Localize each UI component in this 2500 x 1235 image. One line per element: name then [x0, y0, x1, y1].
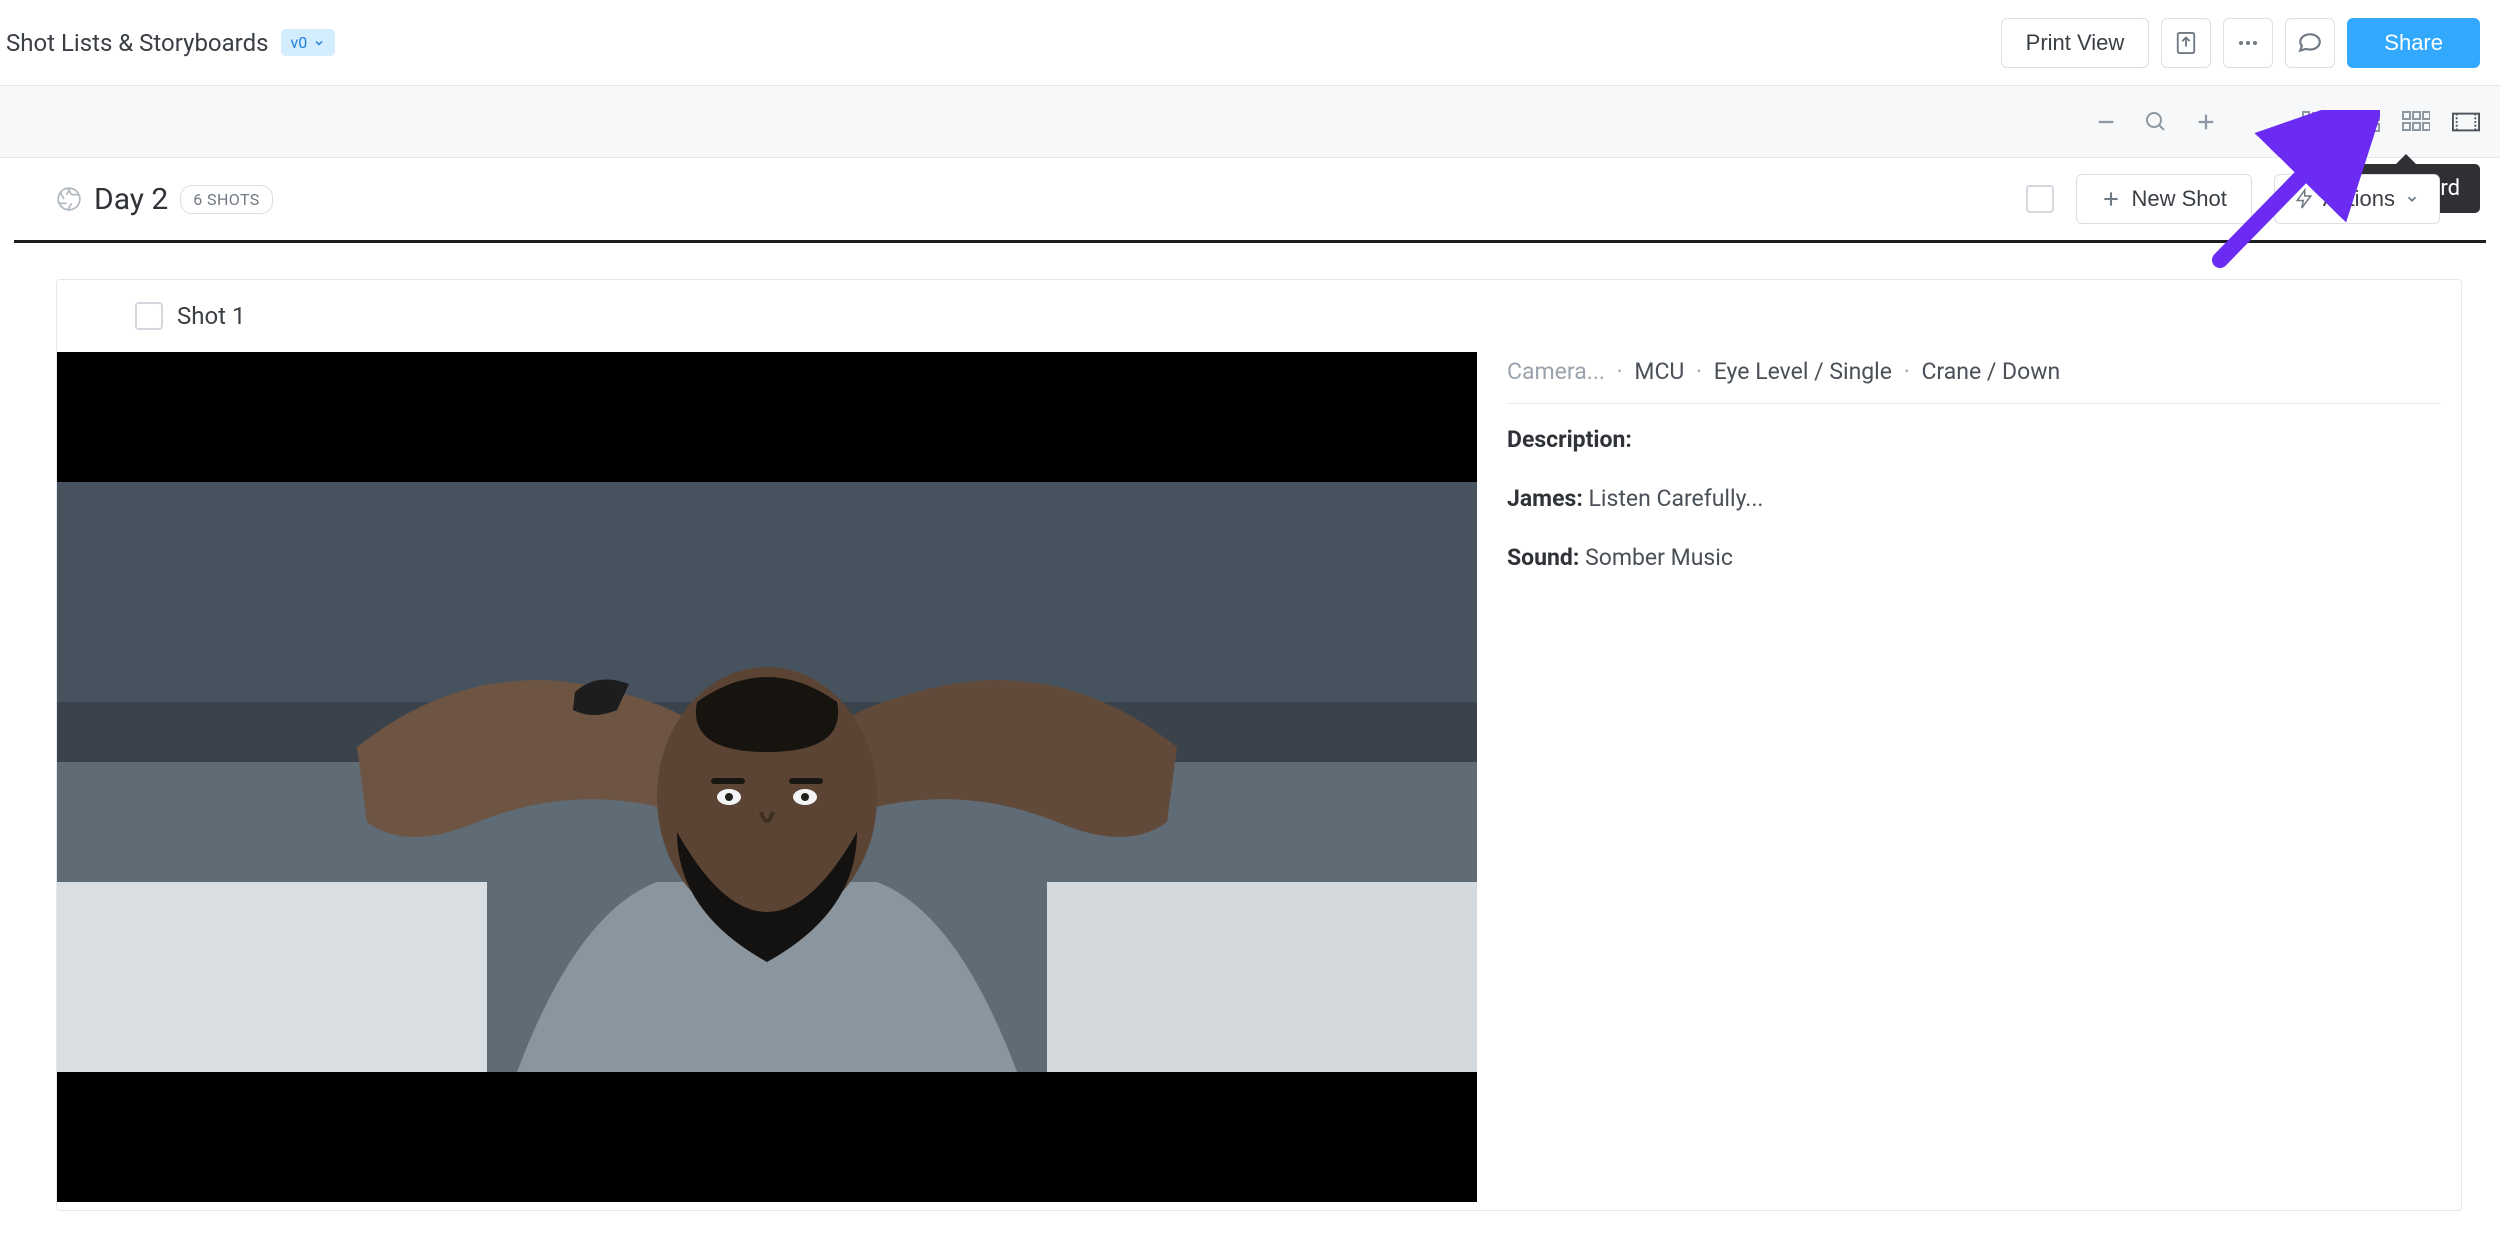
topbar-right: Print View Share [2001, 18, 2480, 68]
grid-icon [2402, 110, 2430, 134]
chat-icon [2297, 30, 2323, 56]
new-shot-button[interactable]: New Shot [2076, 174, 2251, 224]
more-button[interactable] [2223, 18, 2273, 68]
spec-shot-size: MCU [1634, 358, 1684, 385]
shot-top: Shot 1 [57, 280, 2461, 352]
plus-icon [2101, 189, 2121, 209]
view-list-button[interactable] [2352, 108, 2380, 136]
shot-card: Shot 1 [56, 279, 2462, 1211]
select-all-checkbox[interactable] [2026, 185, 2054, 213]
actions-label: Actions [2323, 186, 2395, 212]
zoom-reset-button[interactable] [2142, 108, 2170, 136]
camera-spec-line[interactable]: Camera... · MCU · Eye Level / Single · C… [1507, 358, 2441, 404]
version-dropdown[interactable]: v0 [281, 29, 336, 56]
plus-icon [2195, 111, 2217, 133]
print-view-button[interactable]: Print View [2001, 18, 2150, 68]
aperture-icon [56, 186, 82, 212]
zoom-in-button[interactable] [2192, 108, 2220, 136]
sound-value: Somber Music [1585, 544, 1733, 571]
version-label: v0 [291, 33, 308, 52]
shot-title: Shot 1 [177, 302, 245, 330]
comments-button[interactable] [2285, 18, 2335, 68]
description-label: Description: [1507, 426, 1632, 453]
export-button[interactable] [2161, 18, 2211, 68]
section-title: Day 2 [94, 182, 168, 217]
toolstrip [0, 86, 2500, 158]
zoom-out-button[interactable] [2092, 108, 2120, 136]
more-horizontal-icon [2236, 31, 2260, 55]
shot-body: Camera... · MCU · Eye Level / Single · C… [57, 352, 2461, 1202]
section-left: Day 2 6 SHOTS [56, 182, 273, 217]
camera-prefix: Camera... [1507, 358, 1605, 385]
topbar: Shot Lists & Storyboards v0 Print View S… [0, 0, 2500, 86]
view-list-detailed-button[interactable] [2302, 108, 2330, 136]
view-grid-button[interactable] [2402, 108, 2430, 136]
shot-checkbox[interactable] [135, 302, 163, 330]
shot-meta: Camera... · MCU · Eye Level / Single · C… [1507, 352, 2441, 1202]
card-area: Shot 1 [0, 243, 2500, 1211]
list-detailed-icon [2302, 110, 2330, 134]
magnifier-icon [2144, 110, 2168, 134]
dialogue-value: Listen Carefully... [1589, 485, 1764, 512]
list-icon [2352, 110, 2380, 134]
page-title: Shot Lists & Storyboards [6, 29, 269, 57]
sound-label: Sound: [1507, 544, 1579, 571]
dialogue-speaker: James: [1507, 485, 1583, 512]
storyboard-frame-illustration [57, 352, 1477, 1202]
share-button[interactable]: Share [2347, 18, 2480, 68]
storyboard-icon [2452, 110, 2480, 134]
description-row[interactable]: Description: [1507, 426, 2441, 453]
shot-image[interactable] [57, 352, 1477, 1202]
view-storyboard-button[interactable] [2452, 108, 2480, 136]
section-header: Day 2 6 SHOTS New Shot Actions [14, 158, 2486, 243]
spec-movement: Crane / Down [1921, 358, 2060, 385]
actions-button[interactable]: Actions [2274, 174, 2440, 224]
shot-count-badge: 6 SHOTS [180, 185, 272, 214]
minus-icon [2095, 111, 2117, 133]
new-shot-label: New Shot [2131, 186, 2226, 212]
chevron-down-icon [313, 37, 325, 49]
dialogue-row[interactable]: James: Listen Carefully... [1507, 485, 2441, 512]
sound-row[interactable]: Sound: Somber Music [1507, 544, 2441, 571]
lightning-icon [2295, 188, 2313, 210]
section-right: New Shot Actions [2026, 174, 2440, 224]
topbar-left: Shot Lists & Storyboards v0 [6, 29, 335, 57]
chevron-down-icon [2405, 192, 2419, 206]
export-icon [2175, 30, 2197, 56]
spec-angle: Eye Level / Single [1714, 358, 1892, 385]
